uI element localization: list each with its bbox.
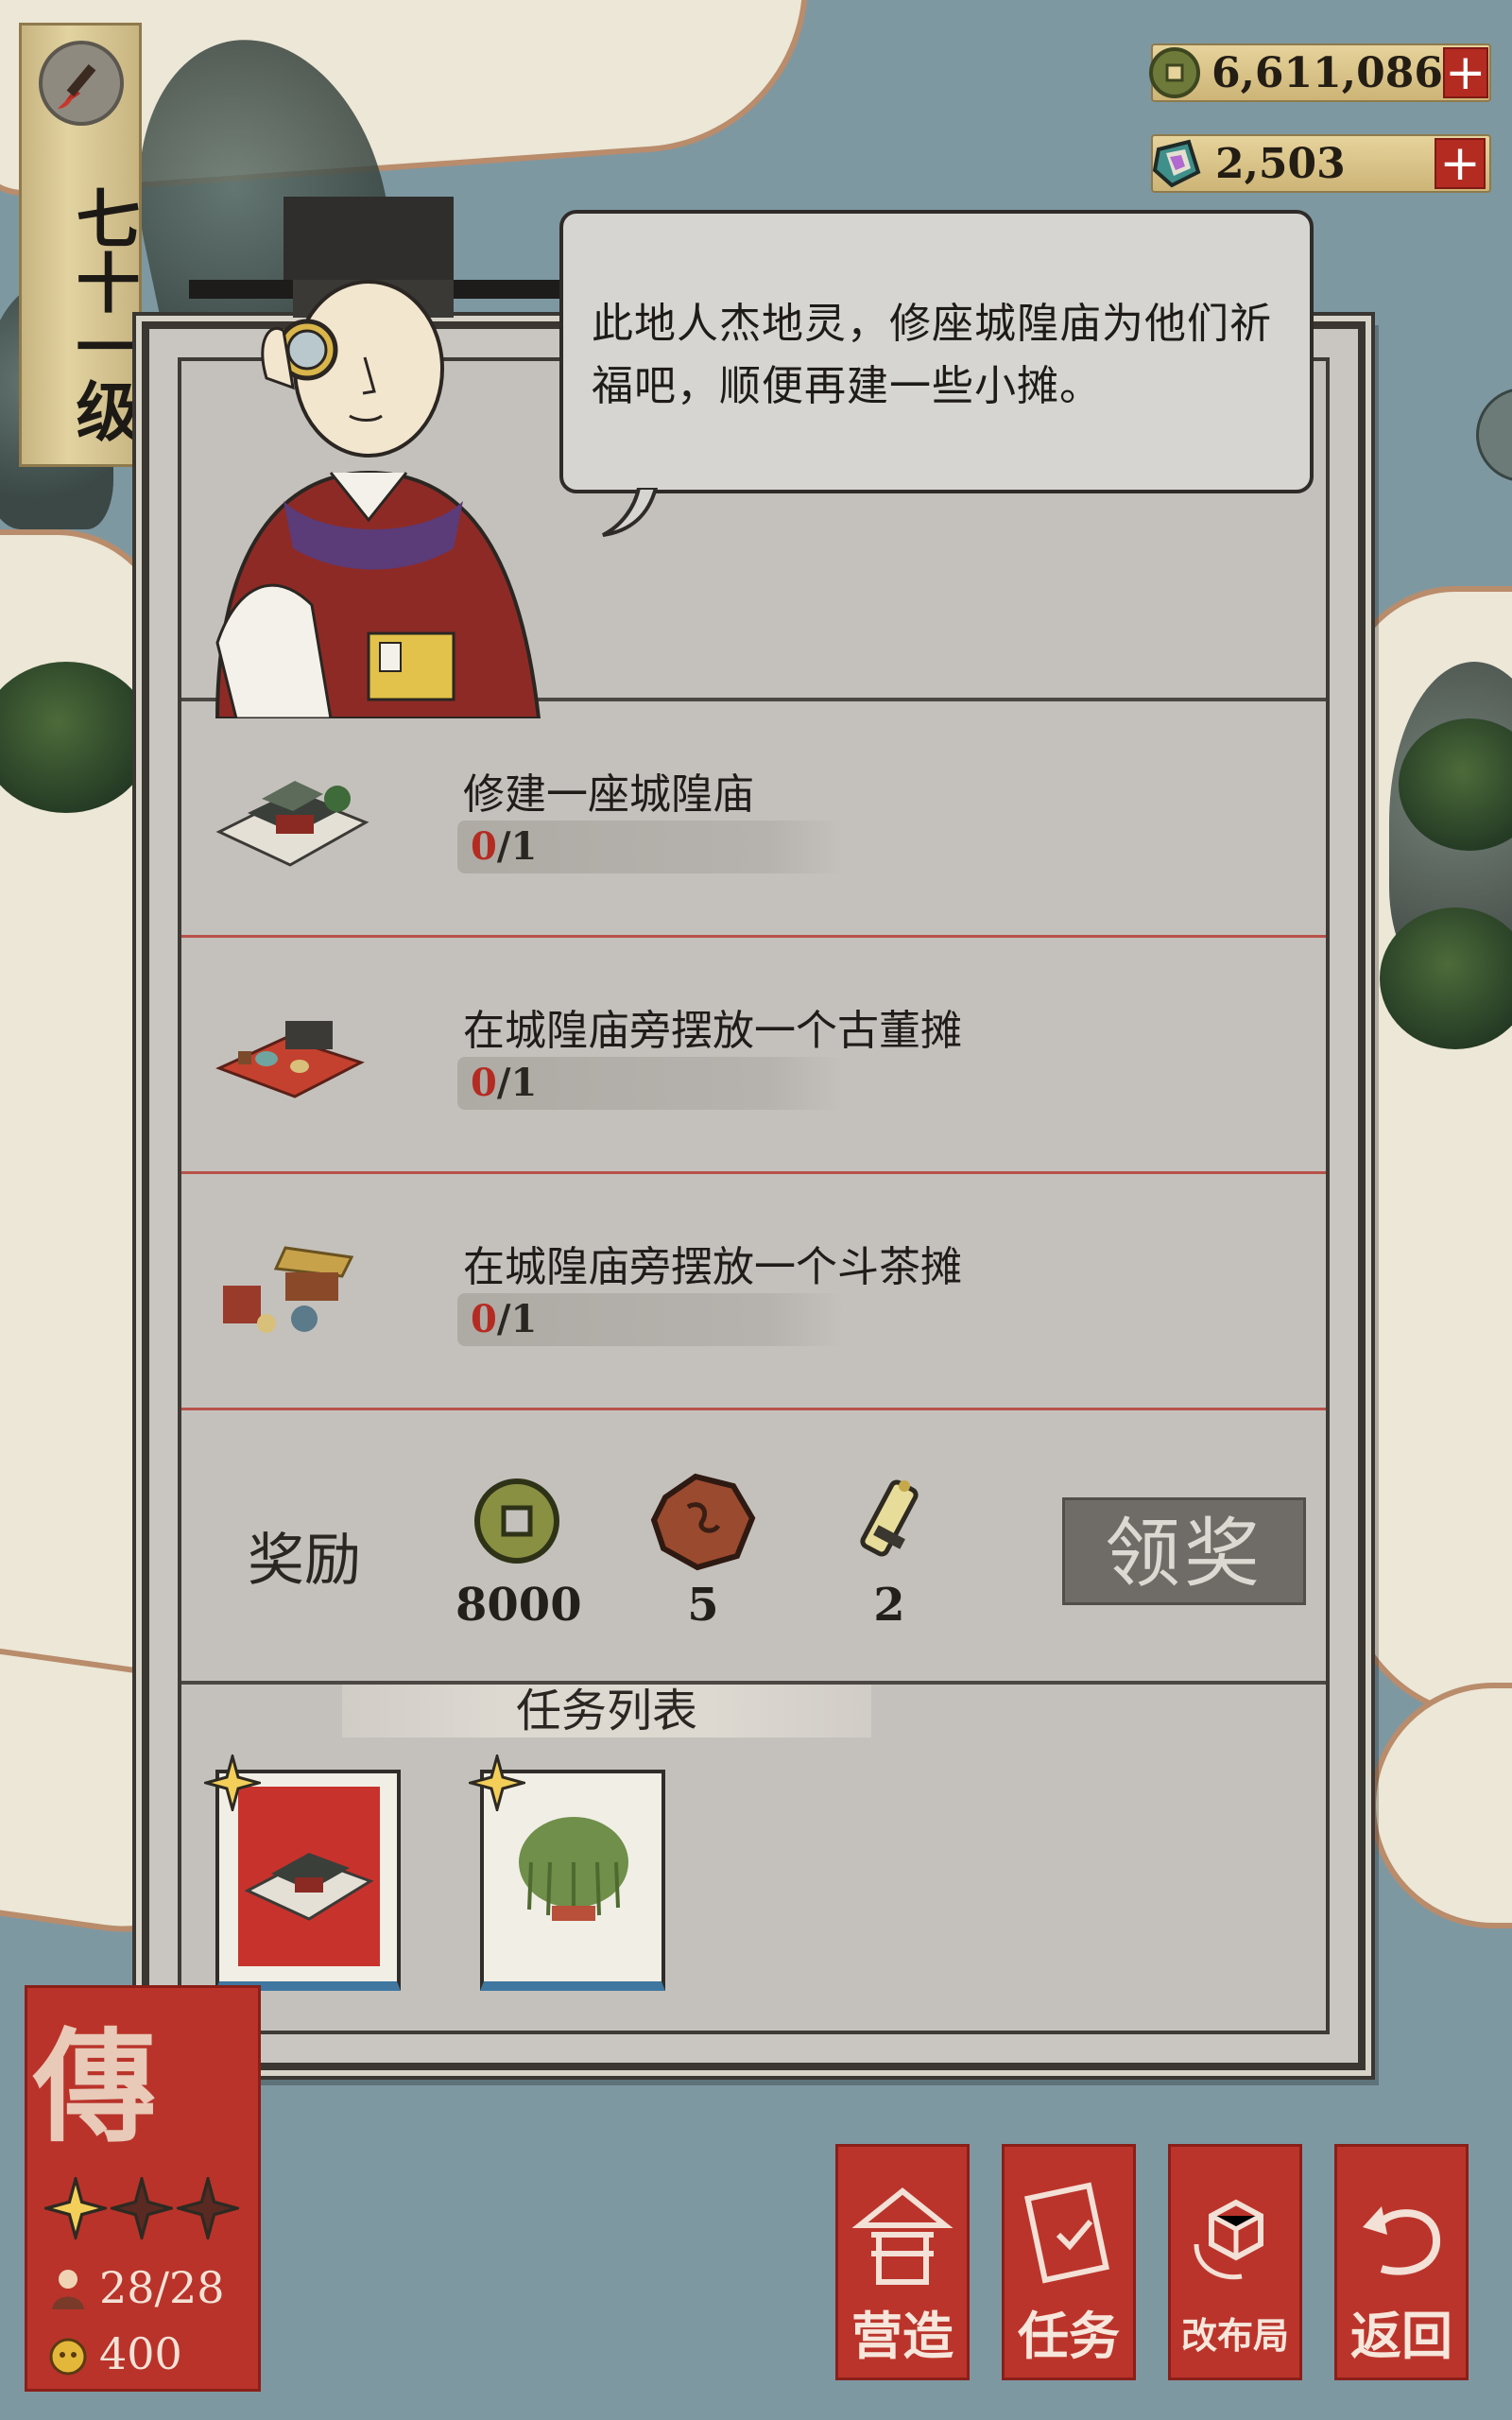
reward-label: 奖励 — [248, 1528, 361, 1594]
star-empty-icon — [177, 2177, 239, 2239]
speech-bubble: 此地人杰地灵，修座城隍庙为他们祈福吧，顺便再建一些小摊。 — [559, 210, 1314, 537]
nav-label: 营造 — [851, 2306, 954, 2366]
add-coins-button[interactable]: + — [1442, 47, 1488, 98]
gem-amount: 2,503 — [1215, 139, 1346, 188]
gem-counter: 2,503 + — [1151, 134, 1491, 193]
task-progress-current: 0 — [471, 824, 497, 869]
coin-amount: 6,611,086 — [1211, 48, 1443, 97]
build-button[interactable]: 营造 — [835, 2144, 970, 2380]
land-patch — [1370, 1683, 1512, 1928]
reward-row: 奖励 8000 5 2 领奖 — [181, 1410, 1326, 1685]
star-rating — [44, 2177, 239, 2239]
worker-icon — [52, 2270, 84, 2309]
scroll-icon — [833, 1469, 946, 1573]
task-progress-total: /1 — [496, 824, 538, 869]
return-icon — [1349, 2173, 1453, 2296]
level-banner: 七十一级 — [19, 23, 142, 467]
task-book-icon — [1017, 2173, 1121, 2296]
coin-pouch-icon — [49, 2338, 87, 2376]
task-progress: 0/1 — [457, 1293, 845, 1346]
task-progress: 0/1 — [457, 821, 845, 873]
reward-amount: 8000 — [455, 1579, 582, 1632]
brush-icon — [39, 41, 124, 126]
reward-amount: 5 — [687, 1579, 719, 1632]
jade-gem-icon — [1147, 134, 1206, 193]
copper-coin-icon — [1147, 43, 1202, 102]
nav-label: 改布局 — [1180, 2314, 1289, 2357]
task-progress-current: 0 — [471, 1061, 497, 1105]
task-progress-total: /1 — [496, 1297, 538, 1341]
income-amount: 400 — [99, 2328, 182, 2379]
claim-reward-button[interactable]: 领奖 — [1062, 1497, 1306, 1605]
nav-label: 任务 — [1018, 2306, 1120, 2366]
reward-ore: 5 — [642, 1469, 765, 1632]
task-row[interactable]: 修建一座城隍庙 0/1 — [181, 701, 1326, 938]
task-card[interactable] — [465, 1751, 669, 1996]
copper-coin-icon — [460, 1469, 574, 1573]
temple-icon — [210, 747, 370, 879]
task-progress: 0/1 — [457, 1057, 845, 1110]
task-title: 在城隍庙旁摆放一个古董摊 — [463, 1007, 962, 1055]
add-gems-button[interactable]: + — [1435, 138, 1486, 189]
workers-count: 28/28 — [99, 2262, 225, 2313]
official-portrait — [180, 189, 595, 720]
ore-icon — [646, 1469, 760, 1573]
speech-tail — [602, 488, 658, 537]
coin-counter: 6,611,086 + — [1149, 43, 1491, 102]
task-list-header: 任务列表 — [342, 1685, 871, 1737]
star-empty-icon — [111, 2177, 173, 2239]
sparkle-star-icon — [465, 1751, 529, 1815]
task-title: 修建一座城隍庙 — [463, 770, 754, 819]
sparkle-star-icon — [200, 1751, 265, 1815]
speech-text: 此地人杰地灵，修座城隍庙为他们祈福吧，顺便再建一些小摊。 — [592, 300, 1272, 410]
workers-stat: 28/28 — [44, 2262, 225, 2313]
task-row[interactable]: 在城隍庙旁摆放一个古董摊 0/1 — [181, 938, 1326, 1174]
tasks-button[interactable]: 任务 — [1002, 2144, 1136, 2380]
tea-stall-icon — [210, 1219, 370, 1352]
antique-stall-icon — [210, 983, 370, 1115]
star-lit-icon — [44, 2177, 107, 2239]
task-progress-total: /1 — [496, 1061, 538, 1105]
task-progress-current: 0 — [471, 1297, 497, 1341]
nav-label: 返回 — [1350, 2306, 1452, 2366]
reward-scroll: 2 — [828, 1469, 951, 1632]
build-icon — [850, 2173, 954, 2296]
change-layout-button[interactable]: 改布局 — [1168, 2144, 1302, 2380]
reward-coins: 8000 — [455, 1469, 582, 1632]
return-button[interactable]: 返回 — [1334, 2144, 1469, 2380]
layout-icon — [1183, 2173, 1287, 2296]
building-info-card[interactable]: 傳 28/28 400 — [25, 1985, 261, 2392]
willow-tree-card-icon — [503, 1787, 644, 1966]
reward-amount: 2 — [873, 1579, 905, 1632]
legend-character: 傳 — [33, 2014, 157, 2159]
level-label: 七十一级 — [64, 185, 140, 442]
task-row[interactable]: 在城隍庙旁摆放一个斗茶摊 0/1 — [181, 1174, 1326, 1410]
temple-card-icon — [238, 1787, 380, 1966]
income-stat: 400 — [44, 2328, 182, 2379]
task-title: 在城隍庙旁摆放一个斗茶摊 — [463, 1243, 962, 1291]
task-card[interactable] — [200, 1751, 404, 1996]
